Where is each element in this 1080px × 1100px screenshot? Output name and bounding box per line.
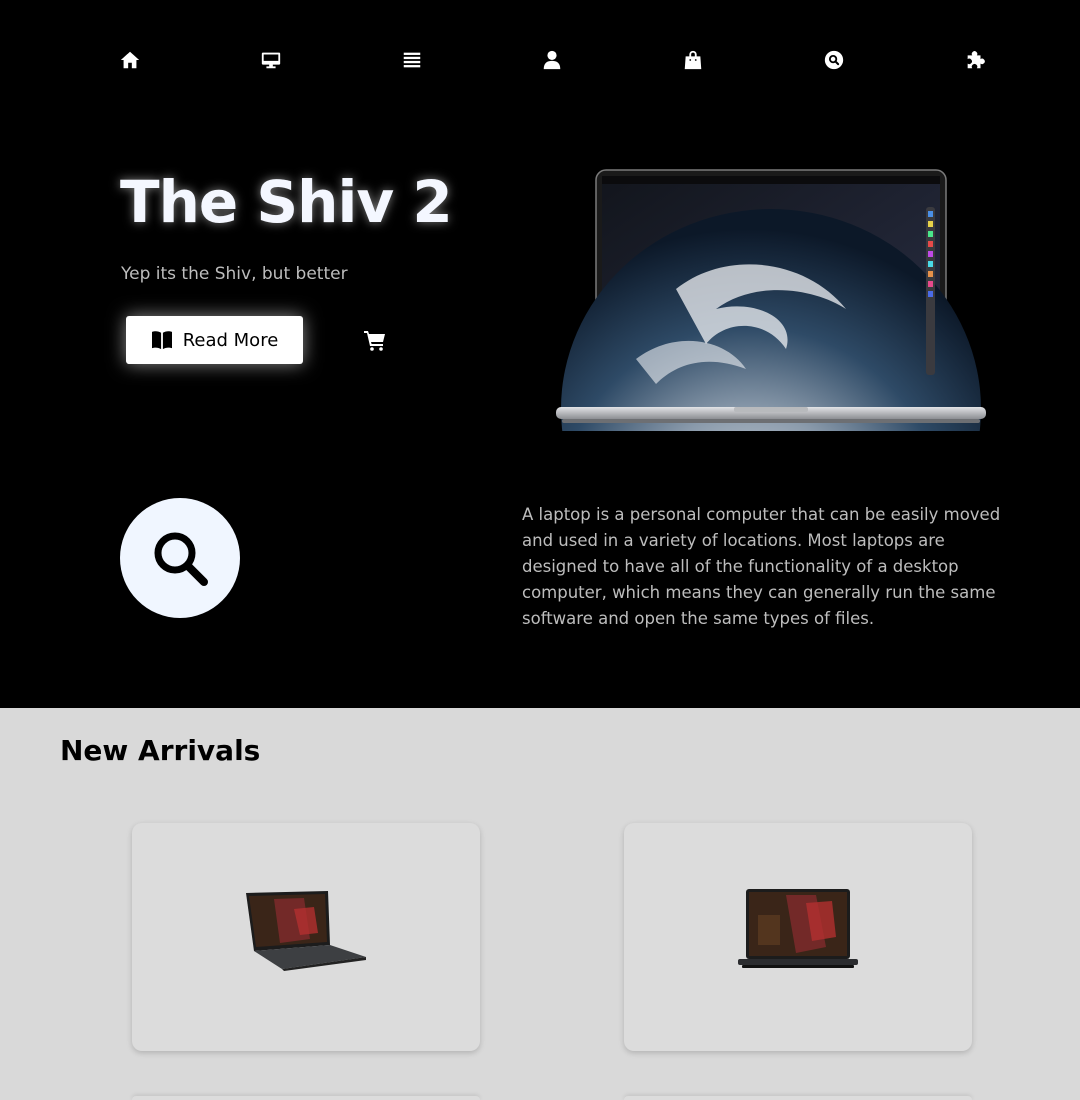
server-icon [403,52,421,68]
nav-shop[interactable] [679,46,707,74]
search-circle-icon [824,50,844,70]
laptop-description: A laptop is a personal computer that can… [522,505,1001,628]
laptop-hero-image [556,169,986,431]
search-feature-button[interactable] [120,498,240,618]
gaming-laptop-angled-image [246,891,366,971]
user-icon [543,50,561,70]
product-card-partial [132,1096,480,1100]
read-more-label: Read More [182,329,279,351]
hero-subtitle: Yep its the Shiv, but better [121,264,348,284]
product-card-partial [624,1096,972,1100]
search-icon [154,532,208,586]
monitor-icon [261,52,281,69]
nav-search[interactable] [820,46,848,74]
nav-home[interactable] [116,46,144,74]
top-nav [0,46,1080,74]
product-card[interactable] [624,823,972,1051]
nav-server[interactable] [398,46,426,74]
shopping-bag-icon [684,50,702,70]
cart-icon [364,331,385,351]
product-card[interactable] [132,823,480,1051]
hero-title: The Shiv 2 [120,168,453,236]
home-icon [120,51,140,69]
hero-section: The Shiv 2 Yep its the Shiv, but better … [0,0,1080,708]
nav-monitor[interactable] [257,46,285,74]
gaming-laptop-front-image [738,889,858,968]
book-open-icon [151,331,172,350]
nav-user[interactable] [538,46,566,74]
cart-button[interactable] [363,328,387,352]
nav-plugins[interactable] [961,46,989,74]
read-more-button[interactable]: Read More [126,316,303,364]
new-arrivals-title: New Arrivals [60,734,261,767]
puzzle-icon [967,51,985,69]
